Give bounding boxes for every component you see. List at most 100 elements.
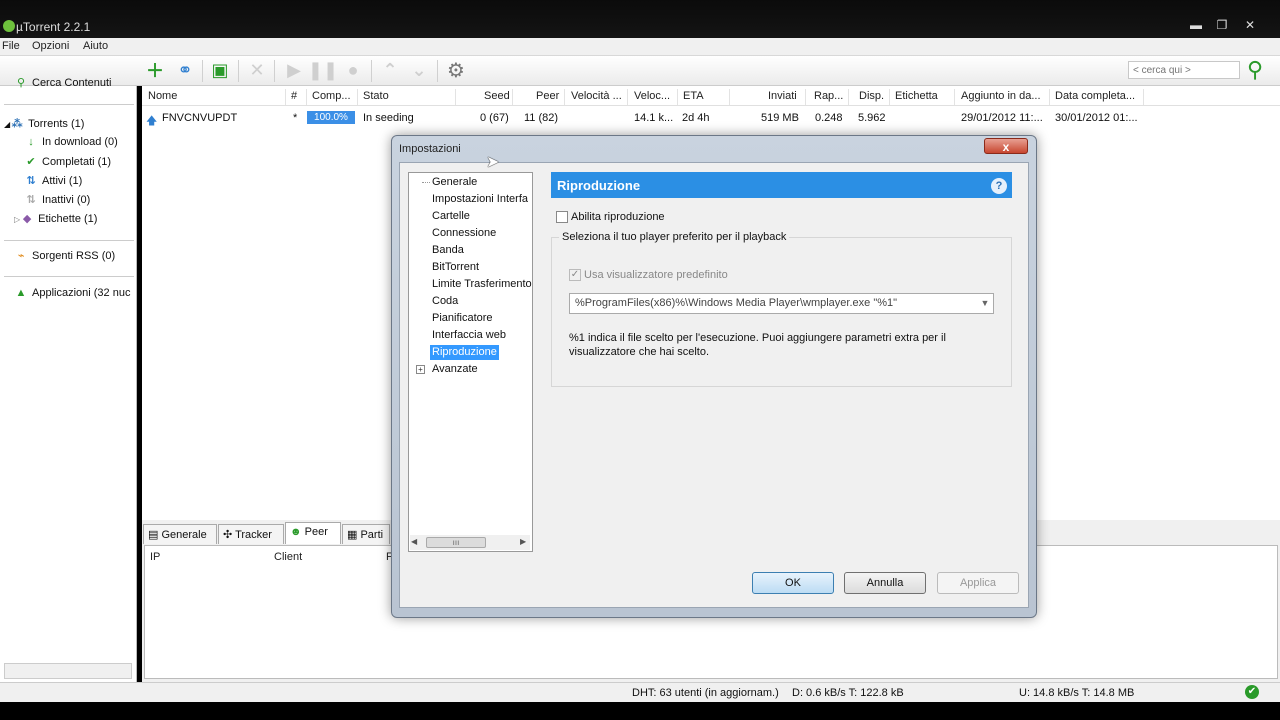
- move-down-icon[interactable]: ⌄: [407, 58, 431, 82]
- menu-file[interactable]: File: [2, 40, 20, 52]
- maximize-icon[interactable]: ❐: [1212, 17, 1232, 33]
- remove-icon[interactable]: ✕: [245, 58, 269, 82]
- sidebar-item-inactive[interactable]: ⇅ Inattivi (0): [24, 193, 90, 206]
- ok-button[interactable]: OK: [752, 572, 834, 594]
- torrent-peers: 11 (82): [524, 112, 559, 124]
- rss-icon: ⌁: [17, 250, 25, 262]
- scroll-left-icon[interactable]: ◀: [411, 537, 417, 546]
- tree-item-ui-settings[interactable]: Impostazioni Interfa: [432, 193, 532, 205]
- sidebar-item-labels[interactable]: ▷ ◆ Etichette (1): [14, 212, 97, 225]
- move-up-icon[interactable]: ⌃: [378, 58, 402, 82]
- col-completion[interactable]: Comp...: [312, 90, 351, 102]
- torrent-completed-date: 30/01/2012 01:...: [1055, 112, 1138, 124]
- torrent-eta: 2d 4h: [682, 112, 710, 124]
- search-icon: ⚲: [16, 77, 26, 89]
- window-title: µTorrent 2.2.1: [16, 20, 91, 34]
- col-up-speed[interactable]: Veloc...: [634, 90, 670, 102]
- col-added[interactable]: Aggiunto in da...: [961, 90, 1041, 102]
- close-window-icon[interactable]: ✕: [1240, 17, 1260, 33]
- add-url-icon[interactable]: ⚭: [173, 58, 197, 82]
- tree-scroll-thumb[interactable]: ııı: [426, 537, 486, 548]
- sidebar-scrollbar[interactable]: [4, 663, 132, 679]
- tab-pieces[interactable]: ▦ Parti: [342, 524, 390, 544]
- enable-playback-label[interactable]: Abilita riproduzione: [571, 211, 665, 223]
- search-input[interactable]: [1128, 61, 1240, 79]
- torrent-name[interactable]: FNVCNVUPDT: [162, 112, 237, 124]
- tree-expand-icon[interactable]: +: [416, 365, 425, 374]
- col-uploaded[interactable]: Inviati: [768, 90, 797, 102]
- stop-icon[interactable]: ●: [341, 58, 365, 82]
- tree-item-advanced[interactable]: Avanzate: [432, 363, 532, 375]
- sidebar-item-torrents[interactable]: ◢⁂ Torrents (1): [4, 117, 84, 130]
- player-path-select[interactable]: %ProgramFiles(x86)%\Windows Media Player…: [569, 293, 994, 314]
- sidebar-item-apps[interactable]: ▲ Applicazioni (32 nuc: [14, 287, 131, 299]
- cancel-button[interactable]: Annulla: [844, 572, 926, 594]
- search-icon[interactable]: ⚲: [1242, 57, 1268, 83]
- network-ok-icon[interactable]: ✔: [1245, 685, 1259, 699]
- col-seeds[interactable]: Seed: [484, 90, 510, 102]
- minimize-icon[interactable]: ▬: [1186, 17, 1206, 33]
- col-eta[interactable]: ETA: [683, 90, 704, 102]
- col-peers[interactable]: Peer: [536, 90, 559, 102]
- col-down-speed[interactable]: Velocità ...: [571, 90, 622, 102]
- scroll-right-icon[interactable]: ▶: [520, 537, 526, 546]
- menu-options[interactable]: Opzioni: [32, 40, 69, 52]
- col-name[interactable]: Nome: [148, 90, 177, 102]
- sidebar-item-rss[interactable]: ⌁ Sorgenti RSS (0): [14, 249, 115, 262]
- tab-general[interactable]: ▤ Generale: [143, 524, 217, 544]
- use-default-player-label: Usa visualizzatore predefinito: [584, 269, 728, 281]
- menu-help[interactable]: Aiuto: [83, 40, 108, 52]
- status-upload: U: 14.8 kB/s T: 14.8 MB: [1019, 687, 1135, 699]
- col-ratio[interactable]: Rap...: [814, 90, 843, 102]
- col-number[interactable]: #: [291, 90, 297, 102]
- sidebar-item-downloading[interactable]: ↓ In download (0): [24, 136, 118, 148]
- tab-tracker[interactable]: ✣ Tracker: [218, 524, 284, 544]
- mouse-cursor-icon: ➤: [486, 154, 500, 171]
- col-completed[interactable]: Data completa...: [1055, 90, 1135, 102]
- tab-peers[interactable]: ☻ Peer: [285, 522, 341, 544]
- settings-gear-icon[interactable]: ⚙: [444, 58, 468, 82]
- tree-item-queue[interactable]: Coda: [432, 295, 532, 307]
- torrent-queue-number: *: [293, 112, 298, 124]
- sidebar-item-completed[interactable]: ✔ Completati (1): [24, 155, 111, 168]
- start-icon[interactable]: ▶: [282, 58, 306, 82]
- peer-col-client[interactable]: Client: [274, 551, 302, 563]
- pieces-icon: ▦: [347, 529, 358, 541]
- tree-item-bittorrent[interactable]: BitTorrent: [432, 261, 532, 273]
- pause-icon[interactable]: ❚❚: [308, 58, 338, 82]
- torrent-progress-bar: 100.0%: [307, 111, 355, 124]
- tree-item-web-ui[interactable]: Interfaccia web: [432, 329, 532, 341]
- title-bar: [0, 0, 1280, 38]
- enable-playback-checkbox[interactable]: [556, 211, 568, 223]
- col-label[interactable]: Etichetta: [895, 90, 938, 102]
- create-torrent-icon[interactable]: ▣: [208, 58, 232, 82]
- sidebar-item-search[interactable]: ⚲ Cerca Contenuti: [14, 76, 112, 89]
- tree-item-folders[interactable]: Cartelle: [432, 210, 532, 222]
- apply-button[interactable]: Applica: [937, 572, 1019, 594]
- upload-arrow-icon: 🡅: [146, 115, 158, 127]
- active-arrows-icon: ⇅: [26, 175, 36, 187]
- chevron-down-icon[interactable]: ▼: [978, 296, 992, 311]
- menu-bar: [0, 38, 1280, 56]
- torrent-seeds: 0 (67): [480, 112, 509, 124]
- col-state[interactable]: Stato: [363, 90, 389, 102]
- torrent-state: In seeding: [363, 112, 414, 124]
- dialog-close-button[interactable]: x: [984, 138, 1028, 154]
- torrent-availability: 5.962: [858, 112, 886, 124]
- peer-col-ip[interactable]: IP: [150, 551, 160, 563]
- tree-item-playback[interactable]: Riproduzione: [430, 345, 499, 360]
- sidebar-item-active[interactable]: ⇅ Attivi (1): [24, 174, 82, 187]
- tracker-icon: ✣: [223, 529, 233, 541]
- help-icon[interactable]: ?: [991, 178, 1007, 194]
- add-torrent-icon[interactable]: ＋: [143, 58, 167, 82]
- col-availability[interactable]: Disp.: [859, 90, 884, 102]
- tree-item-scheduler[interactable]: Pianificatore: [432, 312, 532, 324]
- tree-item-bandwidth[interactable]: Banda: [432, 244, 532, 256]
- tree-item-connection[interactable]: Connessione: [432, 227, 532, 239]
- apps-icon: ▲: [15, 287, 27, 299]
- tree-item-general[interactable]: Generale: [432, 176, 532, 188]
- download-arrow-icon: ↓: [28, 136, 34, 148]
- pane-title: Riproduzione: [557, 178, 641, 193]
- use-default-player-checkbox[interactable]: ✓: [569, 269, 581, 281]
- tree-item-transfer-cap[interactable]: Limite Trasferimento: [432, 278, 532, 290]
